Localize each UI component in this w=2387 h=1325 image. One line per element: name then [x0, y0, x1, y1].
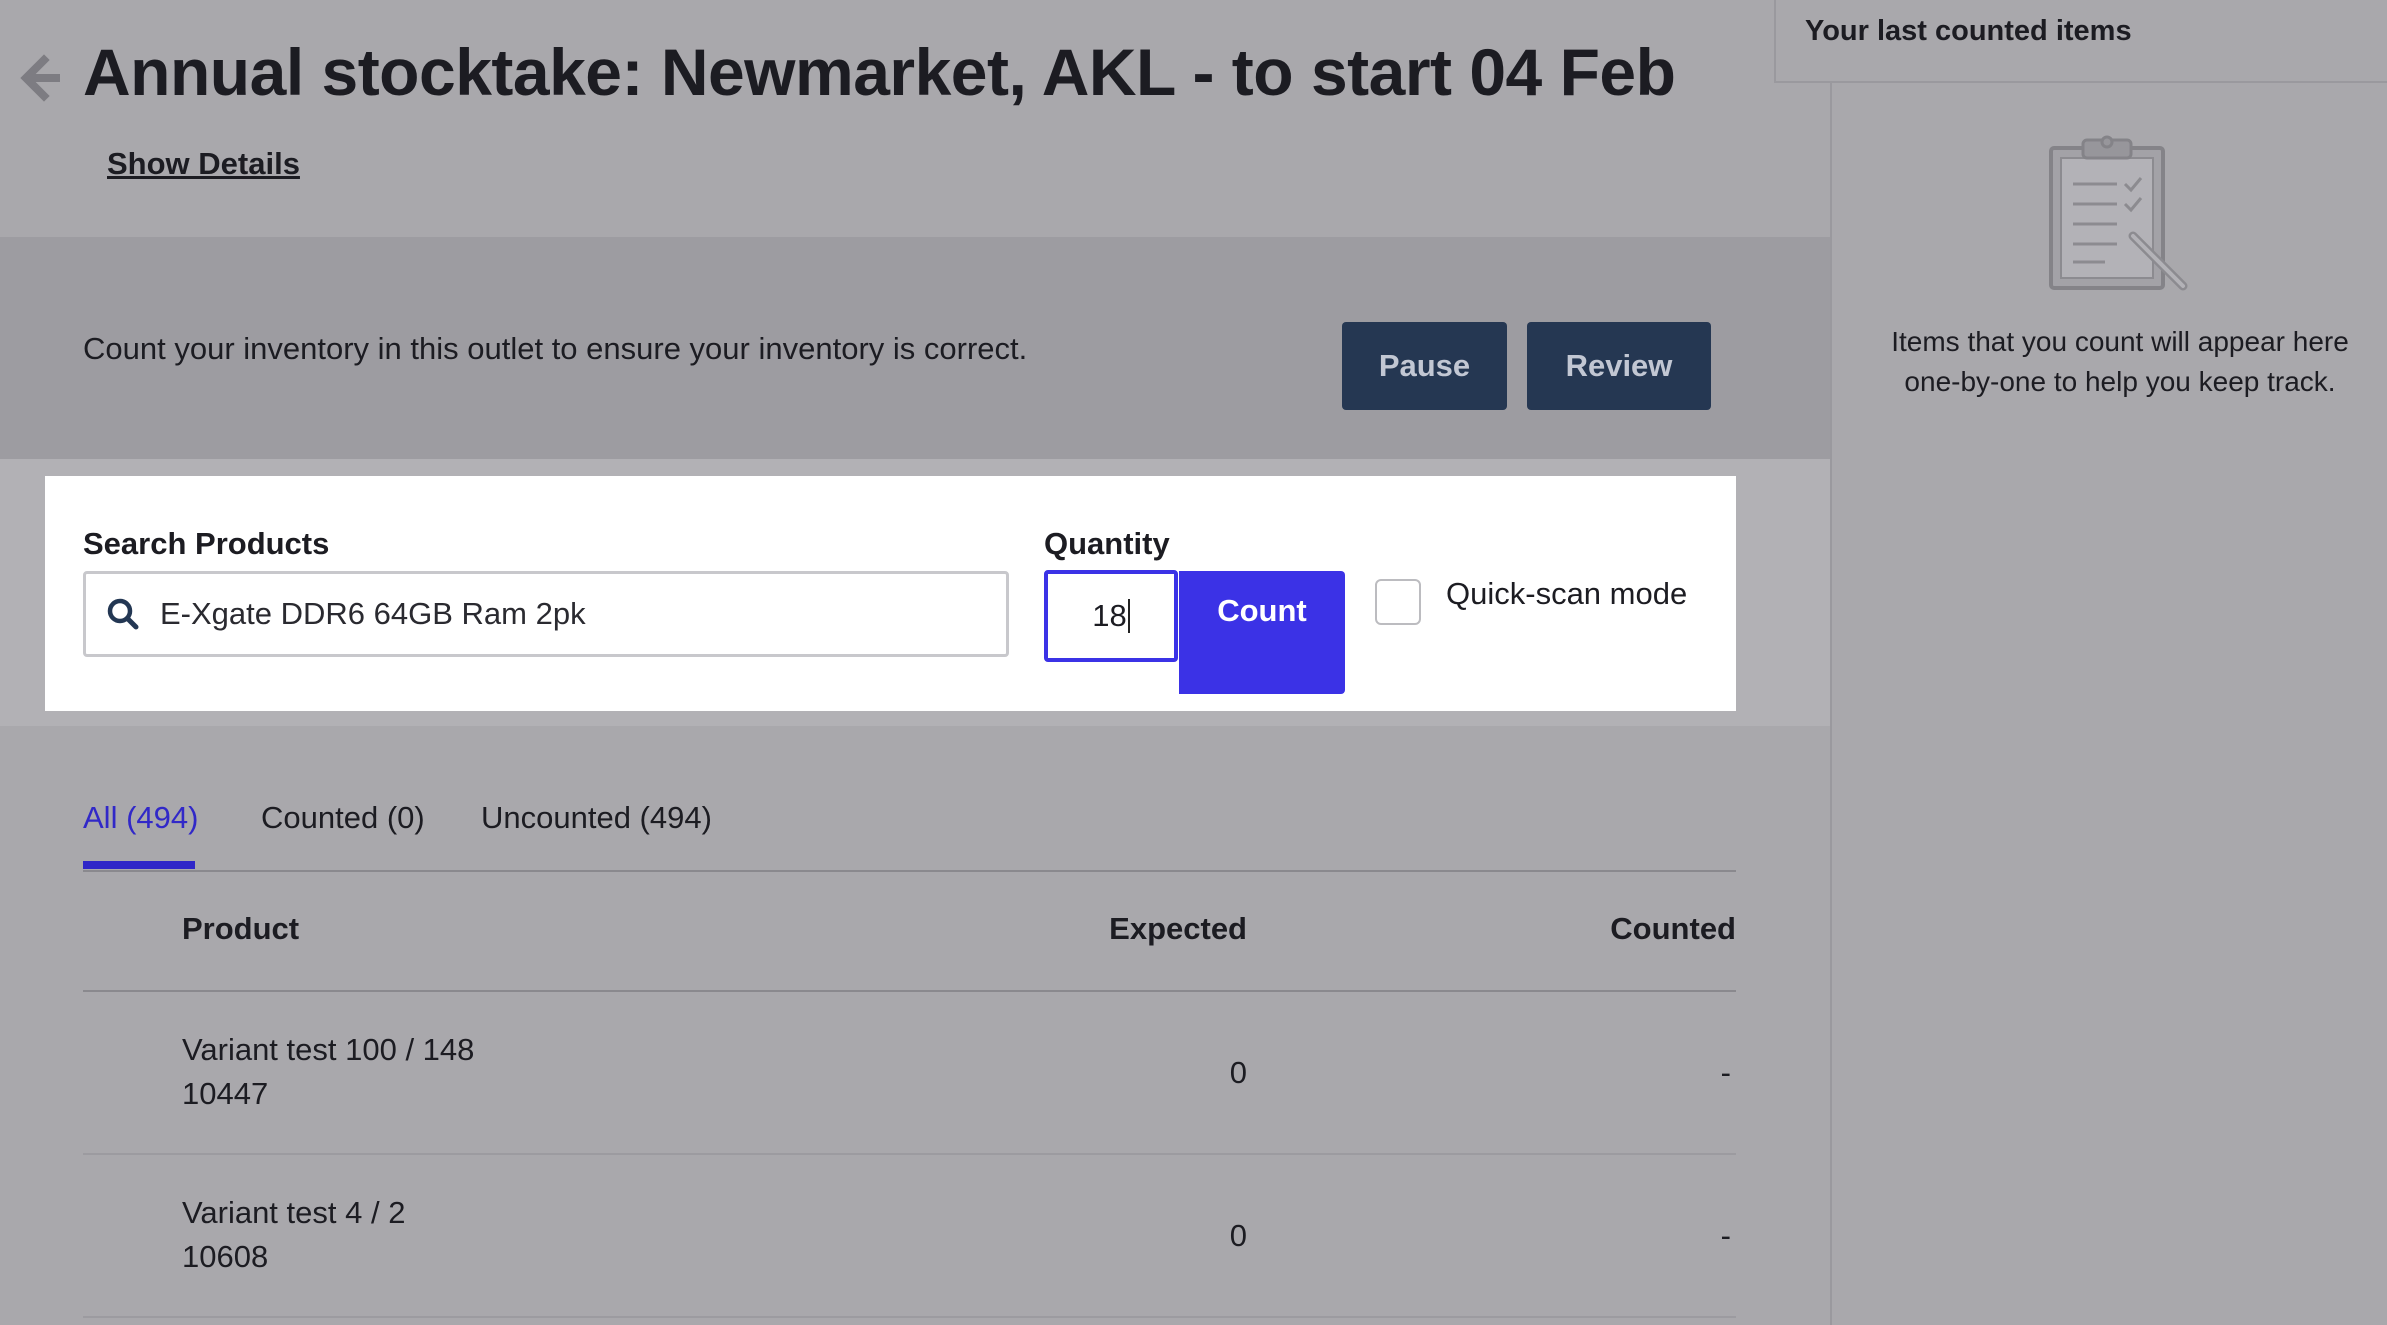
search-panel: Search Products Quantity E-Xgate DDR6 64… [45, 476, 1736, 711]
search-band: Search Products Quantity E-Xgate DDR6 64… [0, 459, 1830, 726]
search-icon [107, 598, 139, 630]
quantity-label: Quantity [1044, 526, 1170, 561]
quick-scan-checkbox[interactable] [1375, 579, 1421, 625]
search-products-label: Search Products [83, 526, 330, 561]
search-input[interactable]: E-Xgate DDR6 64GB Ram 2pk [83, 571, 1009, 657]
table-row[interactable]: Variant test 4 / 2 10608 0 - [83, 1155, 1736, 1318]
table-row[interactable]: Variant test 100 / 148 10447 0 - [83, 992, 1736, 1155]
active-tab-indicator [83, 861, 195, 869]
column-header-product[interactable]: Product [182, 911, 299, 947]
product-name: Variant test 4 / 2 [182, 1195, 406, 1230]
page-title: Annual stocktake: Newmarket, AKL - to st… [83, 35, 1676, 109]
review-button[interactable]: Review [1527, 322, 1711, 410]
quantity-input[interactable]: 18 [1044, 570, 1178, 662]
banner-text: Count your inventory in this outlet to e… [83, 331, 1028, 366]
tab-counted[interactable]: Counted (0) [261, 800, 425, 836]
back-arrow-icon[interactable] [14, 50, 66, 106]
page-header: Annual stocktake: Newmarket, AKL - to st… [0, 0, 1830, 237]
info-banner: Count your inventory in this outlet to e… [0, 237, 1830, 459]
counted-value: - [1720, 1055, 1731, 1090]
quantity-input-value: 18 [1092, 598, 1127, 633]
counted-value: - [1720, 1218, 1731, 1253]
stocktake-main: Annual stocktake: Newmarket, AKL - to st… [0, 0, 1830, 1325]
count-button[interactable]: Count [1179, 571, 1345, 694]
product-sku: 10608 [182, 1239, 269, 1274]
product-name: Variant test 100 / 148 [182, 1032, 475, 1067]
expected-value: 0 [1229, 1055, 1247, 1090]
column-header-counted[interactable]: Counted [1610, 911, 1736, 947]
table-header: Product Expected Counted [83, 870, 1736, 992]
tab-all[interactable]: All (494) [83, 800, 198, 836]
quick-scan-label: Quick-scan mode [1446, 576, 1688, 611]
show-details-link[interactable]: Show Details [107, 146, 300, 182]
products-table: Product Expected Counted Variant test 10… [83, 870, 1736, 1318]
filter-tabs: All (494) Counted (0) Uncounted (494) [83, 795, 1736, 872]
tab-uncounted[interactable]: Uncounted (494) [481, 800, 712, 836]
search-input-value: E-Xgate DDR6 64GB Ram 2pk [160, 596, 586, 631]
text-caret [1127, 599, 1130, 633]
sidebar-empty-text: Items that you count will appear here on… [1891, 326, 2349, 397]
pause-button[interactable]: Pause [1342, 322, 1507, 410]
clipboard-icon [2049, 135, 2188, 291]
product-sku: 10447 [182, 1076, 269, 1111]
expected-value: 0 [1229, 1218, 1247, 1253]
column-header-expected[interactable]: Expected [1109, 911, 1247, 947]
sidebar-header: Your last counted items [1774, 0, 2387, 83]
sidebar-title: Your last counted items [1805, 15, 2132, 47]
